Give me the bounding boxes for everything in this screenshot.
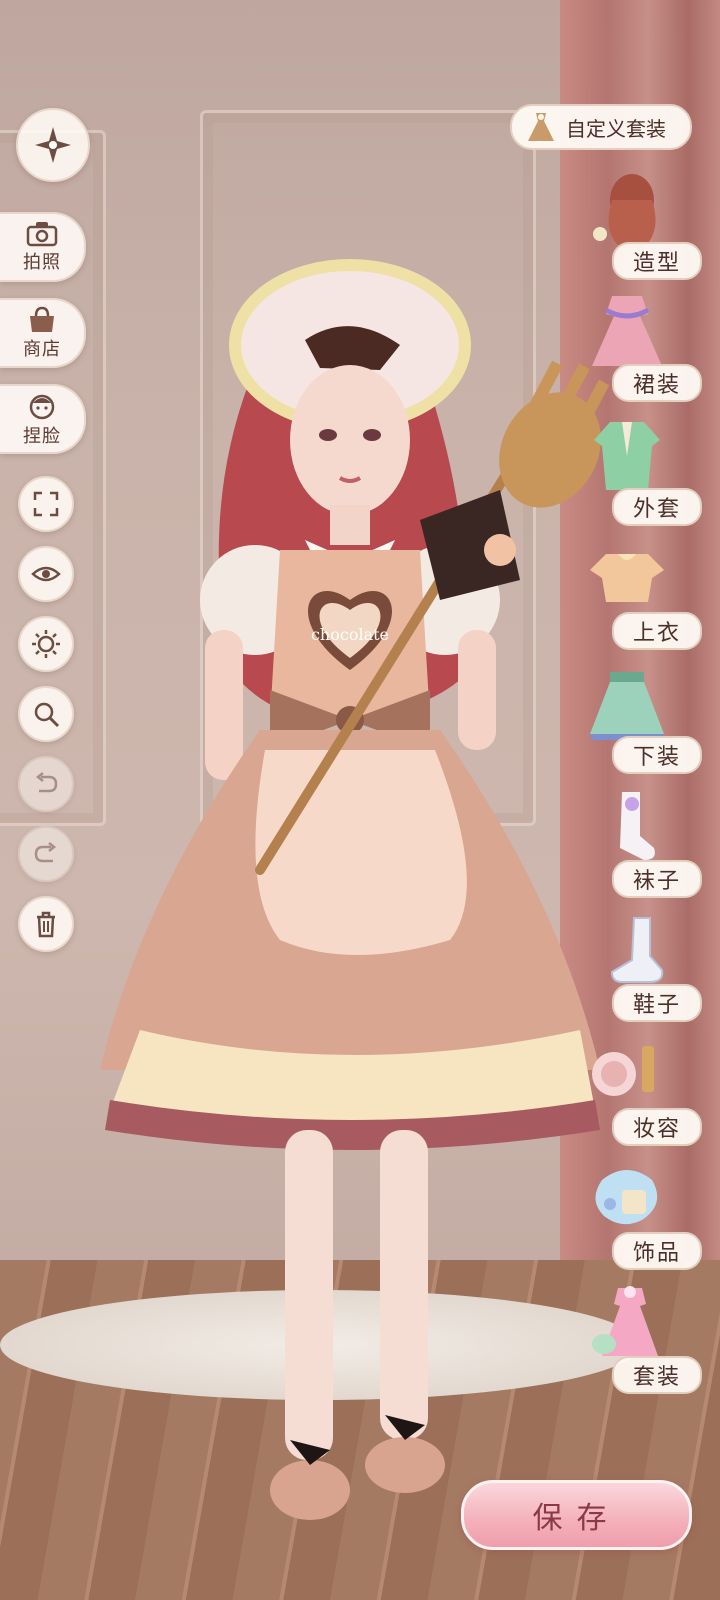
- category-bottom[interactable]: 下装: [562, 664, 712, 774]
- category-label: 上衣: [612, 612, 702, 650]
- accessories-icon: [595, 1170, 658, 1225]
- delete-button[interactable]: [18, 896, 74, 952]
- sun-icon: [32, 630, 60, 658]
- category-coat[interactable]: 外套: [562, 416, 712, 526]
- category-label: 袜子: [612, 860, 702, 898]
- shop-label: 商店: [23, 338, 61, 360]
- category-top[interactable]: 上衣: [562, 540, 712, 650]
- camera-button[interactable]: 拍照: [0, 212, 86, 282]
- face-icon: [29, 394, 55, 419]
- save-label: 保存: [532, 1501, 621, 1536]
- category-label: 饰品: [612, 1232, 702, 1270]
- lighting-button[interactable]: [18, 616, 74, 672]
- eye-icon: [31, 566, 61, 582]
- shoes-icon: [610, 917, 664, 983]
- category-label: 下装: [612, 736, 702, 774]
- custom-outfit-label: 自定义套装: [566, 116, 666, 141]
- fullscreen-icon: [33, 491, 59, 517]
- redo-button[interactable]: [18, 826, 74, 882]
- top-icon: [590, 554, 664, 602]
- hairstyle-icon: [593, 174, 656, 248]
- magnifier-icon: [34, 702, 60, 728]
- category-label: 妆容: [612, 1108, 702, 1146]
- fullscreen-button[interactable]: [18, 476, 74, 532]
- category-label: 套装: [612, 1356, 702, 1394]
- skirt-icon: [590, 672, 664, 740]
- save-button[interactable]: 保存: [461, 1480, 692, 1550]
- zoom-button[interactable]: [18, 686, 74, 742]
- category-dress[interactable]: 裙装: [562, 292, 712, 402]
- camera-label: 拍照: [23, 251, 61, 273]
- face-edit-button[interactable]: 捏脸: [0, 384, 86, 454]
- undo-icon: [35, 772, 58, 793]
- coat-icon: [594, 422, 660, 490]
- category-makeup[interactable]: 妆容: [562, 1036, 712, 1146]
- redo-icon: [34, 842, 57, 863]
- character-figure[interactable]: chocolate: [80, 250, 620, 1600]
- camera-icon: [26, 221, 58, 246]
- back-button[interactable]: [16, 108, 90, 182]
- makeup-icon: [592, 1046, 654, 1096]
- apron-text: chocolate: [311, 625, 389, 644]
- category-label: 造型: [612, 242, 702, 280]
- outfit-set-icon: [592, 1286, 658, 1356]
- category-accessories[interactable]: 饰品: [562, 1160, 712, 1270]
- view-button[interactable]: [18, 546, 74, 602]
- face-edit-label: 捏脸: [23, 425, 61, 447]
- shop-button[interactable]: 商店: [0, 298, 86, 368]
- category-label: 外套: [612, 488, 702, 526]
- category-socks[interactable]: 袜子: [562, 788, 712, 898]
- category-shoes[interactable]: 鞋子: [562, 912, 712, 1022]
- undo-button[interactable]: [18, 756, 74, 812]
- category-set[interactable]: 套装: [562, 1284, 712, 1394]
- custom-outfit-button[interactable]: 自定义套装: [510, 104, 692, 150]
- dress-category-icon: [592, 296, 662, 366]
- compass-star-icon: [35, 127, 71, 163]
- category-styling[interactable]: 造型: [562, 170, 712, 280]
- category-label: 鞋子: [612, 984, 702, 1022]
- dress-icon: [528, 113, 554, 141]
- category-label: 裙装: [612, 364, 702, 402]
- trash-icon: [37, 911, 55, 938]
- socks-icon: [620, 792, 655, 860]
- shop-bag-icon: [30, 306, 54, 332]
